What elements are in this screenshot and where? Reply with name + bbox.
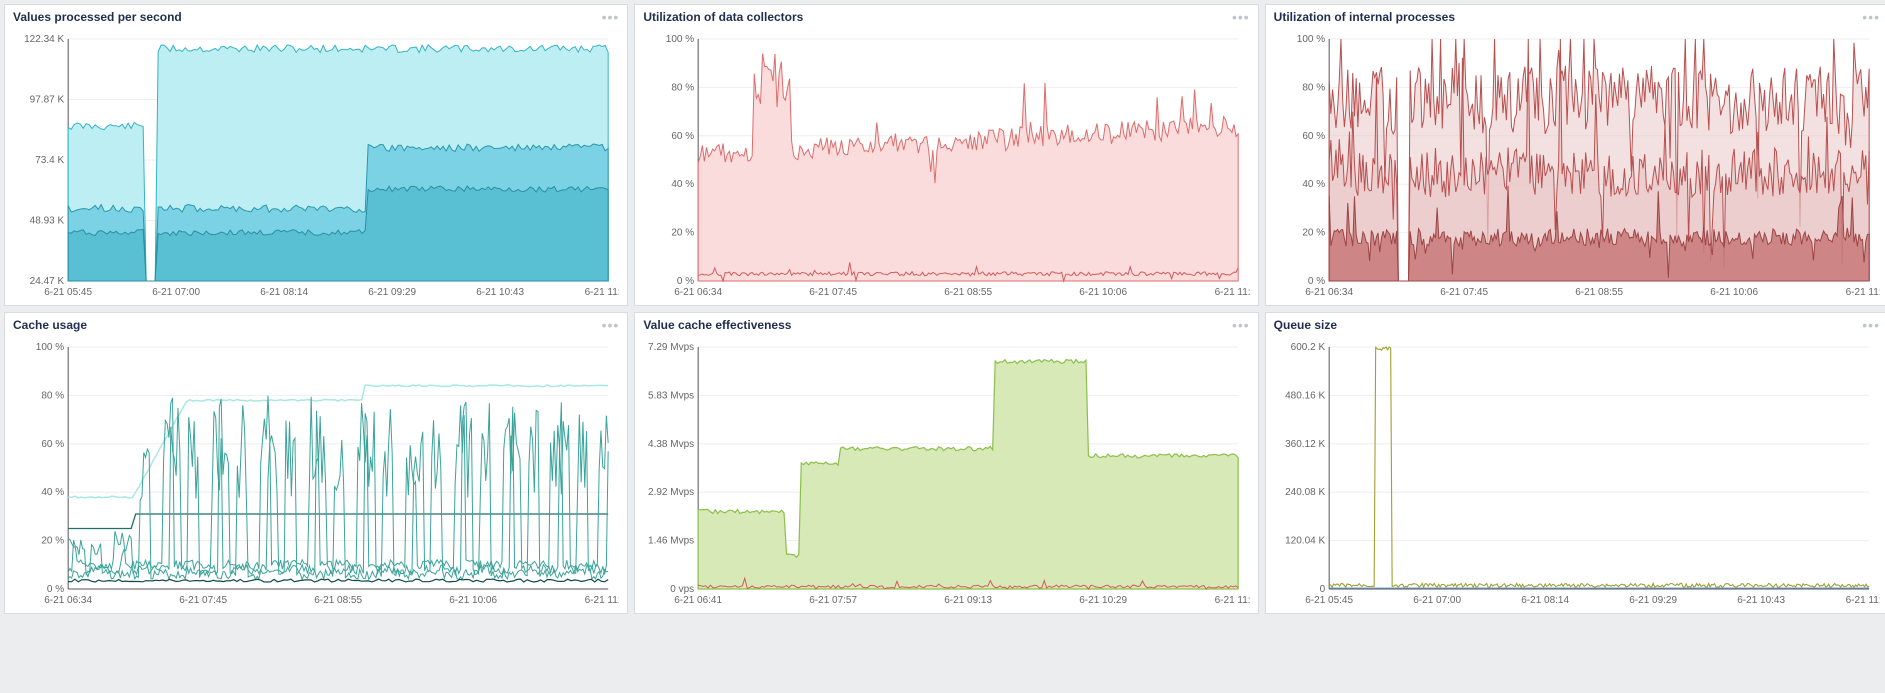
svg-text:20 %: 20 % bbox=[41, 536, 64, 547]
svg-text:40 %: 40 % bbox=[672, 179, 695, 190]
svg-text:0 %: 0 % bbox=[47, 584, 64, 595]
svg-text:7.29 Mvps: 7.29 Mvps bbox=[648, 342, 694, 353]
ellipsis-icon[interactable]: ••• bbox=[1232, 14, 1250, 20]
panel-util-collectors: Utilization of data collectors ••• 0 % 20… bbox=[634, 4, 1258, 306]
svg-text:40 %: 40 % bbox=[41, 487, 64, 498]
svg-text:20 %: 20 % bbox=[672, 228, 695, 239]
panel-header: Utilization of internal processes ••• bbox=[1266, 5, 1885, 27]
svg-text:6-21 10:43: 6-21 10:43 bbox=[476, 287, 524, 298]
svg-text:97.87 K: 97.87 K bbox=[30, 95, 65, 106]
svg-text:80 %: 80 % bbox=[41, 390, 64, 401]
svg-text:6-21 08:55: 6-21 08:55 bbox=[945, 287, 993, 298]
svg-text:6-21 06:41: 6-21 06:41 bbox=[675, 595, 723, 606]
svg-text:6-21 10:43: 6-21 10:43 bbox=[1737, 595, 1785, 606]
svg-text:6-21 10:06: 6-21 10:06 bbox=[1080, 287, 1128, 298]
svg-text:100 %: 100 % bbox=[1296, 34, 1324, 45]
svg-text:6-21 11:58: 6-21 11:58 bbox=[1845, 595, 1880, 606]
svg-text:0 %: 0 % bbox=[1308, 276, 1325, 287]
svg-text:6-21 10:06: 6-21 10:06 bbox=[449, 595, 497, 606]
svg-text:48.93 K: 48.93 K bbox=[30, 216, 65, 227]
svg-text:4.38 Mvps: 4.38 Mvps bbox=[648, 439, 694, 450]
svg-text:60 %: 60 % bbox=[41, 439, 64, 450]
chart-area[interactable]: 0 % 20 % 40 % 60 % 80 % 100 % 6-21 06:34 6-21 0… bbox=[635, 27, 1257, 305]
panel-header: Values processed per second ••• bbox=[5, 5, 627, 27]
svg-text:6-21 08:14: 6-21 08:14 bbox=[260, 287, 308, 298]
chart-area[interactable]: 0 % 20 % 40 % 60 % 80 % 100 % 6-21 06:34 6-21 0… bbox=[1266, 27, 1885, 305]
svg-text:6-21 11:58: 6-21 11:58 bbox=[585, 287, 620, 298]
svg-text:6-21 11:16: 6-21 11:16 bbox=[1845, 287, 1880, 298]
svg-text:80 %: 80 % bbox=[672, 82, 695, 93]
svg-text:6-21 08:55: 6-21 08:55 bbox=[1575, 287, 1623, 298]
ellipsis-icon[interactable]: ••• bbox=[602, 322, 620, 328]
svg-text:6-21 11:16: 6-21 11:16 bbox=[585, 595, 620, 606]
panel-value-cache-eff: Value cache effectiveness ••• 0 vps 1.46 … bbox=[634, 312, 1258, 614]
svg-text:6-21 07:45: 6-21 07:45 bbox=[179, 595, 227, 606]
panel-header: Value cache effectiveness ••• bbox=[635, 313, 1257, 335]
svg-text:6-21 09:29: 6-21 09:29 bbox=[368, 287, 416, 298]
svg-text:6-21 06:34: 6-21 06:34 bbox=[44, 595, 92, 606]
svg-text:240.08 K: 240.08 K bbox=[1285, 487, 1325, 498]
svg-text:60 %: 60 % bbox=[1302, 131, 1325, 142]
svg-text:1.46 Mvps: 1.46 Mvps bbox=[648, 536, 694, 547]
svg-text:6-21 08:14: 6-21 08:14 bbox=[1521, 595, 1569, 606]
svg-text:6-21 08:55: 6-21 08:55 bbox=[314, 595, 362, 606]
svg-text:6-21 10:29: 6-21 10:29 bbox=[1080, 595, 1128, 606]
panel-title: Values processed per second bbox=[13, 10, 182, 24]
ellipsis-icon[interactable]: ••• bbox=[1232, 322, 1250, 328]
panel-header: Cache usage ••• bbox=[5, 313, 627, 335]
chart-area[interactable]: 24.47 K 48.93 K 73.4 K 97.87 K 122.34 K 6-21 … bbox=[5, 27, 627, 305]
svg-text:73.4 K: 73.4 K bbox=[35, 155, 64, 166]
panel-title: Utilization of internal processes bbox=[1274, 10, 1455, 24]
svg-text:6-21 05:45: 6-21 05:45 bbox=[1305, 595, 1353, 606]
panel-title: Queue size bbox=[1274, 318, 1337, 332]
svg-text:2.92 Mvps: 2.92 Mvps bbox=[648, 487, 694, 498]
ellipsis-icon[interactable]: ••• bbox=[1862, 322, 1880, 328]
panel-values-processed: Values processed per second ••• 24.47 K 4… bbox=[4, 4, 628, 306]
svg-text:6-21 11:45: 6-21 11:45 bbox=[1215, 595, 1250, 606]
svg-text:6-21 06:34: 6-21 06:34 bbox=[1305, 287, 1353, 298]
svg-text:0: 0 bbox=[1319, 584, 1325, 595]
svg-text:6-21 11:16: 6-21 11:16 bbox=[1215, 287, 1250, 298]
panel-title: Value cache effectiveness bbox=[643, 318, 791, 332]
panel-queue-size: Queue size ••• 0 120.04 K 240.08 K 360.12 K… bbox=[1265, 312, 1885, 614]
svg-text:6-21 07:00: 6-21 07:00 bbox=[152, 287, 200, 298]
panel-header: Utilization of data collectors ••• bbox=[635, 5, 1257, 27]
chart-area[interactable]: 0 % 20 % 40 % 60 % 80 % 100 % 6-21 06:34 6-21 0… bbox=[5, 335, 627, 613]
svg-text:60 %: 60 % bbox=[672, 131, 695, 142]
panel-cache-usage: Cache usage ••• 0 % 20 % 40 % 60 % 80 % 100 %… bbox=[4, 312, 628, 614]
svg-text:6-21 05:45: 6-21 05:45 bbox=[44, 287, 92, 298]
svg-text:6-21 06:34: 6-21 06:34 bbox=[675, 287, 723, 298]
svg-text:0 %: 0 % bbox=[677, 276, 694, 287]
svg-text:6-21 09:13: 6-21 09:13 bbox=[945, 595, 993, 606]
svg-text:480.16 K: 480.16 K bbox=[1285, 390, 1325, 401]
svg-text:5.83 Mvps: 5.83 Mvps bbox=[648, 390, 694, 401]
svg-text:122.34 K: 122.34 K bbox=[24, 34, 64, 45]
svg-text:6-21 07:45: 6-21 07:45 bbox=[810, 287, 858, 298]
panel-title: Cache usage bbox=[13, 318, 87, 332]
panel-title: Utilization of data collectors bbox=[643, 10, 803, 24]
svg-text:6-21 07:57: 6-21 07:57 bbox=[810, 595, 858, 606]
svg-text:6-21 09:29: 6-21 09:29 bbox=[1629, 595, 1677, 606]
svg-text:24.47 K: 24.47 K bbox=[30, 276, 65, 287]
panel-header: Queue size ••• bbox=[1266, 313, 1885, 335]
svg-text:6-21 10:06: 6-21 10:06 bbox=[1710, 287, 1758, 298]
svg-text:20 %: 20 % bbox=[1302, 228, 1325, 239]
svg-text:6-21 07:45: 6-21 07:45 bbox=[1440, 287, 1488, 298]
chart-area[interactable]: 0 120.04 K 240.08 K 360.12 K 480.16 K 600.2 K… bbox=[1266, 335, 1885, 613]
svg-text:0 vps: 0 vps bbox=[671, 584, 695, 595]
svg-text:100 %: 100 % bbox=[666, 34, 694, 45]
svg-text:120.04 K: 120.04 K bbox=[1285, 536, 1325, 547]
svg-text:360.12 K: 360.12 K bbox=[1285, 439, 1325, 450]
svg-text:40 %: 40 % bbox=[1302, 179, 1325, 190]
svg-text:6-21 07:00: 6-21 07:00 bbox=[1413, 595, 1461, 606]
chart-area[interactable]: 0 vps 1.46 Mvps 2.92 Mvps 4.38 Mvps 5.83 Mvp… bbox=[635, 335, 1257, 613]
ellipsis-icon[interactable]: ••• bbox=[602, 14, 620, 20]
svg-text:100 %: 100 % bbox=[36, 342, 64, 353]
svg-text:80 %: 80 % bbox=[1302, 82, 1325, 93]
svg-text:600.2 K: 600.2 K bbox=[1290, 342, 1325, 353]
panel-util-internal: Utilization of internal processes ••• 0 … bbox=[1265, 4, 1885, 306]
ellipsis-icon[interactable]: ••• bbox=[1862, 14, 1880, 20]
